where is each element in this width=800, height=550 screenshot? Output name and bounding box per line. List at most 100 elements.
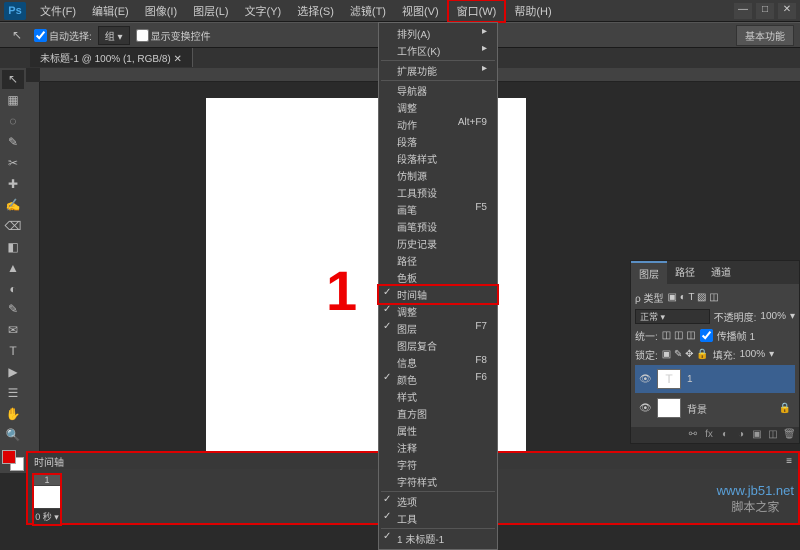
menu-item-工具预设[interactable]: 工具预设: [379, 184, 497, 201]
folder-icon[interactable]: ▣: [751, 429, 763, 441]
menu-item-属性[interactable]: 属性: [379, 422, 497, 439]
timeline-frame[interactable]: 1 0 秒 ▾: [32, 473, 62, 526]
move-tool[interactable]: ↖: [2, 70, 24, 89]
menu-item-段落[interactable]: 段落: [379, 133, 497, 150]
color-swatches[interactable]: [2, 450, 24, 471]
minimize-button[interactable]: —: [734, 3, 752, 19]
menu-item-路径[interactable]: 路径: [379, 252, 497, 269]
new-layer-icon[interactable]: ◫: [767, 429, 779, 441]
layer-row-text[interactable]: 👁 T 1: [635, 365, 795, 393]
workspace-button[interactable]: 基本功能: [736, 25, 794, 46]
tab-paths[interactable]: 路径: [667, 261, 703, 284]
layer-row-background[interactable]: 👁 背景 🔒: [635, 394, 795, 422]
auto-select-check[interactable]: 自动选择:: [34, 28, 92, 43]
frame-duration[interactable]: 0 秒 ▾: [34, 509, 60, 524]
hand-tool[interactable]: ✋: [2, 405, 24, 424]
panel-menu-icon[interactable]: ≡: [786, 456, 792, 467]
close-button[interactable]: ✕: [778, 3, 796, 19]
menu-item-信息[interactable]: 信息F8: [379, 354, 497, 371]
maximize-button[interactable]: □: [756, 3, 774, 19]
layer-name[interactable]: 1: [687, 374, 693, 385]
pen-tool[interactable]: ▲: [2, 258, 24, 277]
zoom-tool[interactable]: 🔍: [2, 425, 24, 444]
menu-type[interactable]: 文字(Y): [237, 1, 290, 21]
menu-item-段落样式[interactable]: 段落样式: [379, 150, 497, 167]
menu-item-颜色[interactable]: ✓颜色F6: [379, 371, 497, 388]
transform-controls-check[interactable]: 显示变换控件: [136, 28, 211, 43]
adjust-icon[interactable]: ◑: [735, 429, 747, 441]
brush-tool[interactable]: ✍: [2, 195, 24, 214]
blur-tool[interactable]: ◐: [2, 279, 24, 298]
menu-file[interactable]: 文件(F): [32, 1, 84, 21]
menu-item-画笔[interactable]: 画笔F5: [379, 201, 497, 218]
document-tab[interactable]: 未标题-1 @ 100% (1, RGB/8) ✕: [30, 48, 193, 67]
menu-item-工具[interactable]: ✓工具: [379, 510, 497, 527]
link-icon[interactable]: ⚯: [687, 429, 699, 441]
filter-icon[interactable]: ▣ ◐ T ▨ ◫: [667, 292, 718, 303]
window-controls: — □ ✕: [734, 3, 796, 19]
menu-item-调整[interactable]: 调整: [379, 99, 497, 116]
shape-tool[interactable]: ☰: [2, 384, 24, 403]
menu-item-仿制源[interactable]: 仿制源: [379, 167, 497, 184]
opacity-value[interactable]: 100%: [760, 311, 786, 322]
menu-image[interactable]: 图像(I): [137, 1, 185, 21]
history-brush-tool[interactable]: ✉: [2, 321, 24, 340]
check-icon: ✓: [383, 372, 391, 383]
menu-item-图层[interactable]: ✓图层F7: [379, 320, 497, 337]
path-tool[interactable]: ▶: [2, 363, 24, 382]
frame-number: 1: [34, 475, 60, 485]
tab-channels[interactable]: 通道: [703, 261, 739, 284]
menu-item-排列(A)[interactable]: 排列(A)▸: [379, 25, 497, 42]
propagate-check[interactable]: [700, 329, 713, 342]
toolbox: ↖ ▦ ◌ ✎ ✂ ✚ ✍ ⌫ ◧ ▲ ◐ ✎ ✉ T ▶ ☰ ✋ 🔍: [0, 68, 26, 473]
menu-help[interactable]: 帮助(H): [506, 1, 559, 21]
mask-icon[interactable]: ◐: [719, 429, 731, 441]
eyedropper-tool[interactable]: ✚: [2, 175, 24, 194]
menu-view[interactable]: 视图(V): [394, 1, 447, 21]
wand-tool[interactable]: ✎: [2, 133, 24, 152]
visibility-icon[interactable]: 👁: [639, 403, 651, 414]
menu-item-字符[interactable]: 字符: [379, 456, 497, 473]
eraser-tool[interactable]: ⌫: [2, 216, 24, 235]
menu-item-扩展功能[interactable]: 扩展功能▸: [379, 62, 497, 79]
fill-value[interactable]: 100%: [740, 349, 766, 360]
menu-item-历史记录[interactable]: 历史记录: [379, 235, 497, 252]
menu-item-直方图[interactable]: 直方图: [379, 405, 497, 422]
menu-item-注释[interactable]: 注释: [379, 439, 497, 456]
menu-item-导航器[interactable]: 导航器: [379, 82, 497, 99]
menu-item-工作区(K)[interactable]: 工作区(K)▸: [379, 42, 497, 59]
fill-label: 填充:: [713, 347, 736, 362]
visibility-icon[interactable]: 👁: [639, 374, 651, 385]
type-tool[interactable]: T: [2, 342, 24, 361]
stamp-tool[interactable]: ✎: [2, 300, 24, 319]
tab-layers[interactable]: 图层: [631, 261, 667, 284]
menu-item-动作[interactable]: 动作Alt+F9: [379, 116, 497, 133]
menu-item-1 未标题-1[interactable]: ✓1 未标题-1: [379, 530, 497, 547]
fx-icon[interactable]: fx: [703, 429, 715, 441]
crop-tool[interactable]: ✂: [2, 154, 24, 173]
lock-icon: 🔒: [779, 403, 791, 414]
menu-filter[interactable]: 滤镜(T): [342, 1, 394, 21]
unify-icons[interactable]: ◫ ◫ ◫: [662, 330, 696, 341]
layer-name[interactable]: 背景: [687, 401, 707, 416]
menu-item-选项[interactable]: ✓选项: [379, 493, 497, 510]
menu-layer[interactable]: 图层(L): [185, 1, 236, 21]
menu-item-字符样式[interactable]: 字符样式: [379, 473, 497, 490]
lasso-tool[interactable]: ◌: [2, 112, 24, 131]
menu-item-图层复合[interactable]: 图层复合: [379, 337, 497, 354]
menu-item-画笔预设[interactable]: 画笔预设: [379, 218, 497, 235]
trash-icon[interactable]: 🗑: [783, 429, 795, 441]
lock-icons[interactable]: ▣ ✎ ✥ 🔒: [662, 349, 709, 360]
check-icon: ✓: [383, 511, 391, 522]
menu-item-时间轴[interactable]: ✓时间轴: [377, 284, 499, 305]
foreground-color[interactable]: [2, 450, 16, 464]
auto-select-dropdown[interactable]: 组 ▾: [98, 26, 130, 45]
menu-edit[interactable]: 编辑(E): [84, 1, 137, 21]
blend-mode-dropdown[interactable]: 正常 ▾: [635, 309, 710, 324]
gradient-tool[interactable]: ◧: [2, 237, 24, 256]
menu-select[interactable]: 选择(S): [289, 1, 342, 21]
menu-item-样式[interactable]: 样式: [379, 388, 497, 405]
marquee-tool[interactable]: ▦: [2, 91, 24, 110]
menu-item-调整[interactable]: ✓调整: [379, 303, 497, 320]
menu-window[interactable]: 窗口(W): [447, 0, 507, 23]
